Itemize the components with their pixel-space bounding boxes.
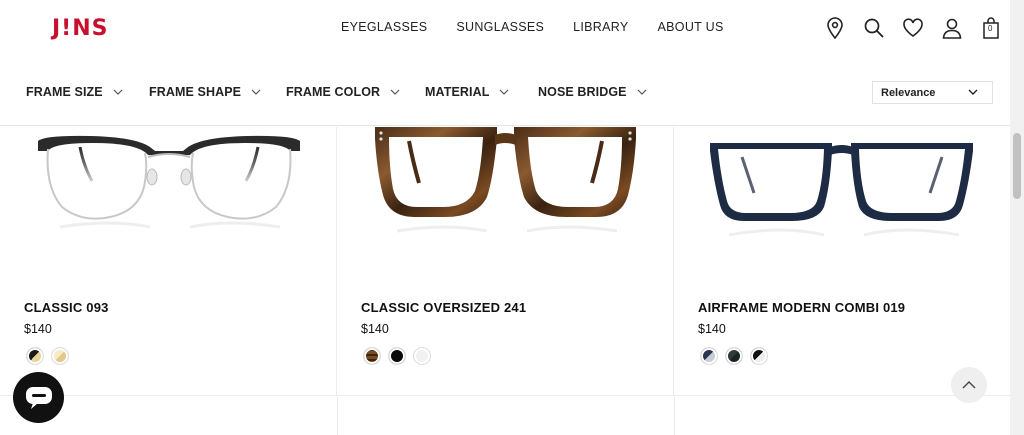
divider: [674, 396, 675, 435]
jins-logo[interactable]: J!NS: [52, 16, 108, 41]
filter-label: FRAME COLOR: [286, 85, 381, 99]
chevron-down-icon: [968, 89, 978, 95]
nav-about-us[interactable]: ABOUT US: [658, 20, 724, 34]
color-swatch[interactable]: [363, 347, 381, 365]
nav-eyeglasses[interactable]: EYEGLASSES: [341, 20, 427, 34]
product-card[interactable]: AIRFRAME MODERN COMBI 019 $140: [674, 127, 1011, 395]
product-row-next: [0, 395, 1010, 435]
product-card[interactable]: CLASSIC OVERSIZED 241 $140: [337, 127, 674, 395]
chevron-down-icon: [390, 89, 400, 95]
divider: [337, 396, 338, 435]
filter-frame-size[interactable]: FRAME SIZE: [26, 85, 123, 99]
color-swatch[interactable]: [388, 347, 406, 365]
color-swatch[interactable]: [750, 347, 768, 365]
product-image[interactable]: [674, 127, 1011, 257]
product-price: $140: [24, 322, 52, 336]
filter-label: NOSE BRIDGE: [538, 85, 627, 99]
scrollbar-thumb[interactable]: [1013, 133, 1021, 199]
location-pin-icon[interactable]: [824, 16, 846, 40]
color-swatch[interactable]: [413, 347, 431, 365]
chevron-down-icon: [637, 89, 647, 95]
chevron-down-icon: [113, 89, 123, 95]
main-nav: EYEGLASSES SUNGLASSES LIBRARY ABOUT US: [341, 20, 753, 34]
filter-label: FRAME SHAPE: [149, 85, 242, 99]
nav-sunglasses[interactable]: SUNGLASSES: [456, 20, 544, 34]
page-scrollbar[interactable]: [1010, 0, 1024, 435]
filter-material[interactable]: MATERIAL: [425, 85, 509, 99]
product-image[interactable]: [0, 127, 337, 257]
sort-select[interactable]: Relevance: [872, 81, 993, 104]
user-icon[interactable]: [941, 16, 963, 40]
header-icons: 0: [824, 16, 1019, 40]
product-name[interactable]: CLASSIC 093: [24, 300, 109, 315]
product-name[interactable]: CLASSIC OVERSIZED 241: [361, 300, 526, 315]
color-swatch[interactable]: [51, 347, 69, 365]
site-header: J!NS EYEGLASSES SUNGLASSES LIBRARY ABOUT…: [0, 0, 1010, 60]
product-name[interactable]: AIRFRAME MODERN COMBI 019: [698, 300, 905, 315]
filter-nose-bridge[interactable]: NOSE BRIDGE: [538, 85, 647, 99]
color-swatches: [26, 347, 76, 365]
scroll-to-top-button[interactable]: [951, 367, 987, 403]
search-icon[interactable]: [863, 16, 885, 40]
chat-button[interactable]: [13, 372, 64, 423]
product-image[interactable]: [337, 127, 674, 257]
color-swatch[interactable]: [700, 347, 718, 365]
heart-icon[interactable]: [902, 16, 924, 40]
color-swatch[interactable]: [26, 347, 44, 365]
filter-label: FRAME SIZE: [26, 85, 103, 99]
chat-bubble-icon: [25, 386, 52, 409]
color-swatches: [700, 347, 775, 365]
cart-count: 0: [988, 24, 993, 33]
filter-label: MATERIAL: [425, 85, 490, 99]
chevron-up-icon: [962, 381, 976, 389]
filter-frame-color[interactable]: FRAME COLOR: [286, 85, 400, 99]
filter-frame-shape[interactable]: FRAME SHAPE: [149, 85, 261, 99]
chevron-down-icon: [251, 89, 261, 95]
color-swatches: [363, 347, 438, 365]
product-card[interactable]: CLASSIC 093 $140: [0, 127, 337, 395]
nav-library[interactable]: LIBRARY: [573, 20, 628, 34]
bag-icon[interactable]: 0: [980, 16, 1002, 40]
color-swatch[interactable]: [725, 347, 743, 365]
filter-bar: FRAME SIZE FRAME SHAPE FRAME COLOR MATER…: [0, 60, 1010, 126]
product-price: $140: [361, 322, 389, 336]
product-grid: CLASSIC 093 $140 CLASSIC OVERSIZED 241 $…: [0, 127, 1010, 435]
product-price: $140: [698, 322, 726, 336]
chevron-down-icon: [500, 89, 509, 95]
sort-selected-value: Relevance: [881, 87, 936, 99]
